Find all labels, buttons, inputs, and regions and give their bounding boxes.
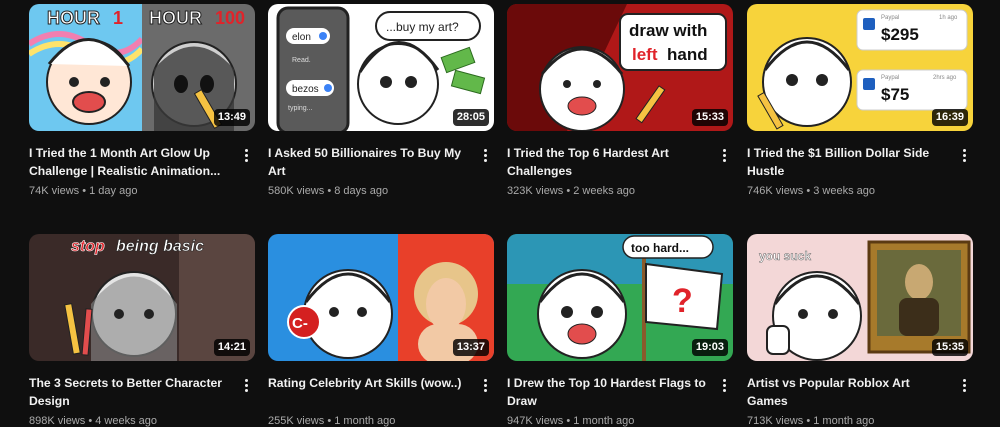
more-vert-icon[interactable] bbox=[959, 146, 969, 164]
video-card[interactable]: C- 13:37 Rating Celebrity Art Skills (wo… bbox=[268, 234, 508, 427]
video-meta: 255K views • 1 month ago bbox=[268, 415, 395, 427]
video-duration: 14:21 bbox=[213, 339, 250, 356]
video-card[interactable]: Paypal 1h ago $295 Paypal 2hrs ago $75 1… bbox=[747, 4, 987, 197]
video-meta: 947K views • 1 month ago bbox=[507, 415, 634, 427]
meta-separator: • bbox=[327, 185, 332, 197]
view-count: 898K views bbox=[29, 415, 86, 427]
video-thumbnail[interactable]: HOUR 1 HOUR 100 13:49 bbox=[29, 4, 255, 131]
thumb-text-left: left bbox=[632, 45, 658, 64]
video-thumbnail[interactable]: you suck 15:35 bbox=[747, 234, 973, 361]
thumb-caption: you suck bbox=[759, 249, 811, 263]
video-title[interactable]: The 3 Secrets to Better Character Design bbox=[29, 374, 234, 410]
view-count: 580K views bbox=[268, 185, 325, 197]
thumb-text-line1: draw with bbox=[629, 21, 707, 40]
meta-separator: • bbox=[82, 185, 87, 197]
thumb-text-grade: C- bbox=[292, 315, 308, 332]
upload-age: 8 days ago bbox=[334, 185, 389, 197]
thumb-text-hand: hand bbox=[667, 45, 708, 64]
video-meta: 580K views • 8 days ago bbox=[268, 185, 388, 197]
video-card[interactable]: stop being basic 14:21 The 3 Secrets to … bbox=[29, 234, 269, 427]
thumb-bubble-text: too hard... bbox=[631, 241, 689, 255]
thumb-text-being-basic: being basic bbox=[116, 238, 204, 255]
view-count: 746K views bbox=[747, 185, 804, 197]
upload-age: 1 month ago bbox=[813, 415, 875, 427]
meta-separator: • bbox=[88, 415, 93, 427]
meta-separator: • bbox=[566, 185, 571, 197]
meta-separator: • bbox=[806, 185, 811, 197]
thumb-flag-question: ? bbox=[672, 282, 693, 320]
video-thumbnail[interactable]: elon Read. bezos typing... ...buy my art… bbox=[268, 4, 494, 131]
chat-typing: typing... bbox=[288, 105, 313, 112]
upload-age: 2 weeks ago bbox=[573, 185, 636, 197]
upload-age: 1 month ago bbox=[334, 415, 396, 427]
video-duration: 28:05 bbox=[452, 109, 489, 126]
upload-age: 1 day ago bbox=[89, 185, 138, 197]
chat-name-bezos: bezos bbox=[292, 84, 319, 95]
video-thumbnail[interactable]: draw with left hand 15:33 bbox=[507, 4, 733, 131]
video-thumbnail[interactable]: stop being basic 14:21 bbox=[29, 234, 255, 361]
more-vert-icon[interactable] bbox=[480, 146, 490, 164]
video-title[interactable]: Artist vs Popular Roblox Art Games bbox=[747, 374, 952, 410]
more-vert-icon[interactable] bbox=[480, 376, 490, 394]
video-title[interactable]: I Tried the 1 Month Art Glow Up Challeng… bbox=[29, 144, 234, 180]
more-vert-icon[interactable] bbox=[241, 146, 251, 164]
upload-age: 3 weeks ago bbox=[813, 185, 876, 197]
video-duration: 15:33 bbox=[691, 109, 728, 126]
video-duration: 13:49 bbox=[213, 109, 250, 126]
video-thumbnail[interactable]: ? too hard... 19:03 bbox=[507, 234, 733, 361]
video-title[interactable]: I Tried the $1 Billion Dollar Side Hustl… bbox=[747, 144, 952, 180]
more-vert-icon[interactable] bbox=[719, 376, 729, 394]
upload-age: 4 weeks ago bbox=[95, 415, 158, 427]
video-card[interactable]: ? too hard... 19:03 I Drew the Top 10 Ha… bbox=[507, 234, 747, 427]
video-meta: 713K views • 1 month ago bbox=[747, 415, 874, 427]
video-duration: 15:35 bbox=[931, 339, 968, 356]
meta-separator: • bbox=[806, 415, 811, 427]
view-count: 255K views bbox=[268, 415, 325, 427]
paypal-label-2: Paypal bbox=[881, 75, 899, 81]
video-duration: 13:37 bbox=[452, 339, 489, 356]
thumb-text-num-left: 1 bbox=[113, 8, 123, 28]
video-title[interactable]: I Tried the Top 6 Hardest Art Challenges bbox=[507, 144, 712, 180]
view-count: 713K views bbox=[747, 415, 804, 427]
view-count: 323K views bbox=[507, 185, 564, 197]
thumb-bubble-text: ...buy my art? bbox=[386, 20, 459, 34]
video-thumbnail[interactable]: C- 13:37 bbox=[268, 234, 494, 361]
paypal-amount-1: $295 bbox=[881, 25, 919, 44]
paypal-label-1: Paypal bbox=[881, 15, 899, 21]
video-meta: 898K views • 4 weeks ago bbox=[29, 415, 157, 427]
view-count: 74K views bbox=[29, 185, 80, 197]
thumb-text-hour-left: HOUR bbox=[47, 8, 100, 28]
chat-name-elon: elon bbox=[292, 32, 311, 43]
paypal-time-1: 1h ago bbox=[939, 15, 958, 21]
video-card[interactable]: HOUR 1 HOUR 100 13:49 I Tried the 1 Mont… bbox=[29, 4, 269, 197]
thumb-text-num-right: 100 bbox=[215, 8, 245, 28]
meta-separator: • bbox=[566, 415, 571, 427]
upload-age: 1 month ago bbox=[573, 415, 635, 427]
video-meta: 746K views • 3 weeks ago bbox=[747, 185, 875, 197]
paypal-time-2: 2hrs ago bbox=[933, 75, 957, 81]
video-meta: 323K views • 2 weeks ago bbox=[507, 185, 635, 197]
video-card[interactable]: elon Read. bezos typing... ...buy my art… bbox=[268, 4, 508, 197]
more-vert-icon[interactable] bbox=[241, 376, 251, 394]
video-duration: 19:03 bbox=[691, 339, 728, 356]
thumb-text-hour-right: HOUR bbox=[149, 8, 202, 28]
video-grid: HOUR 1 HOUR 100 13:49 I Tried the 1 Mont… bbox=[0, 0, 1000, 427]
more-vert-icon[interactable] bbox=[719, 146, 729, 164]
video-title[interactable]: I Asked 50 Billionaires To Buy My Art bbox=[268, 144, 473, 180]
view-count: 947K views bbox=[507, 415, 564, 427]
more-vert-icon[interactable] bbox=[959, 376, 969, 394]
video-title[interactable]: I Drew the Top 10 Hardest Flags to Draw bbox=[507, 374, 712, 410]
video-meta: 74K views • 1 day ago bbox=[29, 185, 137, 197]
thumb-text-stop: stop bbox=[71, 238, 105, 255]
paypal-amount-2: $75 bbox=[881, 85, 909, 104]
video-card[interactable]: you suck 15:35 Artist vs Popular Roblox … bbox=[747, 234, 987, 427]
video-card[interactable]: draw with left hand 15:33 I Tried the To… bbox=[507, 4, 747, 197]
video-title[interactable]: Rating Celebrity Art Skills (wow..) bbox=[268, 374, 473, 392]
chat-read: Read. bbox=[292, 57, 311, 64]
video-duration: 16:39 bbox=[931, 109, 968, 126]
meta-separator: • bbox=[327, 415, 332, 427]
video-thumbnail[interactable]: Paypal 1h ago $295 Paypal 2hrs ago $75 1… bbox=[747, 4, 973, 131]
